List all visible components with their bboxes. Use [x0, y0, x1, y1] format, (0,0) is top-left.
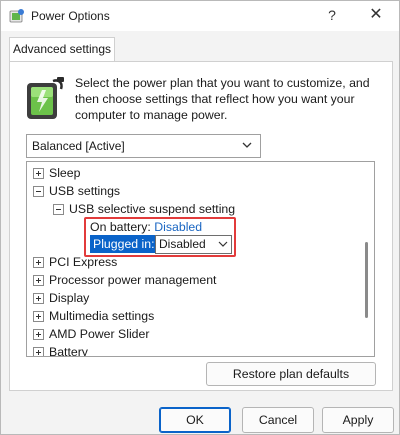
expand-plus-icon[interactable] [33, 257, 44, 268]
tree-item-label: AMD Power Slider [49, 327, 150, 341]
tree-item-label: USB settings [49, 184, 121, 198]
tree-item-label: Processor power management [49, 273, 217, 287]
settings-tree[interactable]: Sleep USB settings USB selective suspend… [26, 161, 375, 357]
expand-plus-icon[interactable] [33, 329, 44, 340]
power-plan-select[interactable]: Balanced [Active] [26, 134, 261, 158]
expand-plus-icon[interactable] [33, 275, 44, 286]
highlight-box [84, 217, 236, 257]
tree-item-label: Sleep [49, 166, 81, 180]
tree-item-label: USB selective suspend setting [69, 202, 236, 216]
collapse-minus-icon[interactable] [33, 186, 44, 197]
tree-item-label: Display [49, 291, 90, 305]
title-bar[interactable]: Power Options ? ✕ [1, 1, 399, 31]
power-plan-select-value: Balanced [Active] [32, 139, 125, 153]
close-button[interactable]: ✕ [363, 4, 389, 26]
tree-item-label: Battery [49, 345, 88, 357]
power-options-app-icon [9, 9, 24, 23]
tree-scrollbar-thumb[interactable] [365, 242, 368, 318]
tab-advanced-settings[interactable]: Advanced settings [9, 37, 115, 62]
power-options-window: Power Options ? ✕ Advanced settings Sele… [0, 0, 400, 435]
expand-plus-icon[interactable] [33, 311, 44, 322]
tree-item-label: PCI Express [49, 255, 118, 269]
tree-item-label: Multimedia settings [49, 309, 155, 323]
apply-button[interactable]: Apply [322, 407, 394, 433]
collapse-minus-icon[interactable] [53, 204, 64, 215]
expand-plus-icon[interactable] [33, 168, 44, 179]
restore-plan-defaults-button[interactable]: Restore plan defaults [206, 362, 376, 386]
expand-plus-icon[interactable] [33, 347, 44, 356]
cancel-button[interactable]: Cancel [242, 407, 314, 433]
ok-button[interactable]: OK [159, 407, 231, 433]
chevron-down-icon [242, 142, 252, 148]
expand-plus-icon[interactable] [33, 293, 44, 304]
help-button[interactable]: ? [319, 4, 345, 26]
power-battery-icon [27, 77, 64, 119]
plan-description: Select the power plan that you want to c… [75, 76, 370, 122]
window-title: Power Options [31, 9, 110, 23]
